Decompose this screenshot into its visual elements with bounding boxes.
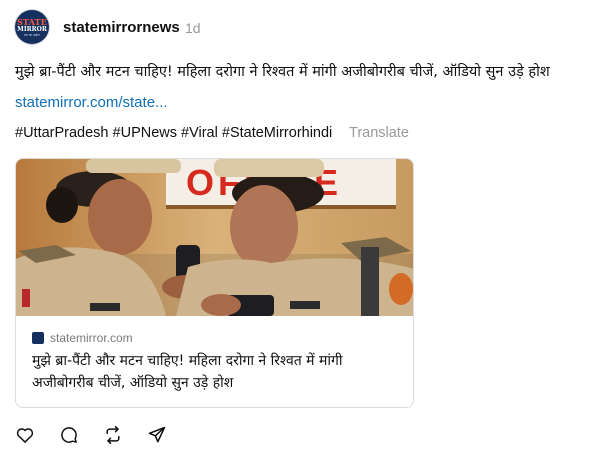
- repost-icon: [106, 425, 120, 445]
- card-site-name: statemirror.com: [50, 331, 133, 345]
- translate-button[interactable]: Translate: [349, 125, 409, 141]
- reply-button[interactable]: [58, 424, 80, 446]
- post-time[interactable]: 1d: [185, 20, 201, 36]
- post-text: मुझे ब्रा-पैंटी और मटन चाहिए! महिला दरोग…: [15, 64, 550, 80]
- card-site: statemirror.com: [32, 331, 133, 345]
- heart-icon: [16, 428, 34, 443]
- share-icon: [148, 426, 166, 443]
- hashtag-link[interactable]: #StateMirrorhindi: [222, 125, 332, 141]
- thread-post: STATE MIRROR सच का आईना statemirrornews …: [0, 0, 609, 451]
- like-button[interactable]: [14, 424, 36, 446]
- card-title: मुझे ब्रा-पैंटी और मटन चाहिए! महिला दरोग…: [32, 353, 343, 391]
- avatar-logo-line1: STATE: [16, 16, 48, 27]
- link-preview-image: OFFICE: [16, 159, 413, 316]
- link-preview-card[interactable]: OFFICE statemirr: [15, 158, 414, 408]
- hashtag-link[interactable]: #Viral: [181, 125, 222, 141]
- post-link[interactable]: statemirror.com/state...: [15, 94, 168, 111]
- hashtag-link[interactable]: #UPNews: [113, 125, 182, 141]
- avatar-logo-tagline: सच का आईना: [24, 32, 40, 37]
- repost-button[interactable]: [102, 424, 124, 446]
- site-favicon-icon: [32, 332, 44, 344]
- share-button[interactable]: [146, 424, 168, 446]
- hashtags: #UttarPradesh #UPNews #Viral #StateMirro…: [15, 125, 332, 141]
- avatar[interactable]: STATE MIRROR सच का आईना: [14, 9, 50, 45]
- action-bar: [14, 424, 190, 446]
- comment-icon: [61, 427, 77, 443]
- username[interactable]: statemirrornews: [63, 19, 180, 36]
- avatar-logo-line2: MIRROR: [17, 25, 47, 33]
- hashtag-link[interactable]: #UttarPradesh: [15, 125, 113, 141]
